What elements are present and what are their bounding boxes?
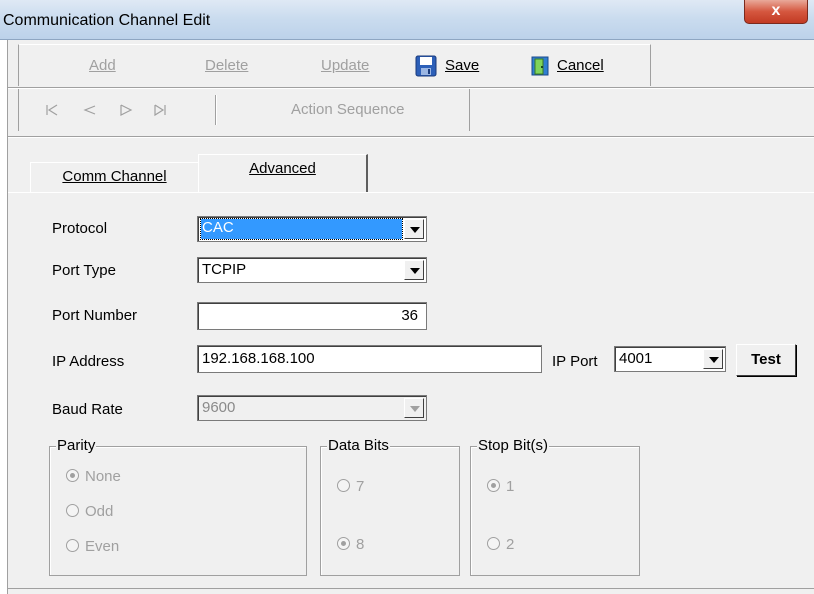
protocol-label: Protocol [52,220,108,237]
dialog-bottom-border [8,588,814,589]
action-sequence-button[interactable]: Action Sequence [291,99,404,121]
tab-baseline [8,192,814,193]
tab-strip: Comm Channel Advanced [8,152,814,192]
port-number-label: Port Number [52,307,138,324]
chevron-down-icon[interactable] [703,349,723,369]
cancel-door-icon [531,56,549,76]
data-bits-8-label: 8 [356,536,365,553]
chevron-down-icon[interactable] [404,219,424,239]
save-button-label: Save [445,57,480,74]
action-sequence-label: Action Sequence [291,101,405,118]
tab-advanced[interactable]: Advanced [198,154,368,192]
parity-even-radio[interactable]: Even [66,537,119,557]
protocol-select[interactable]: CAC [197,216,427,242]
radio-selected-icon [66,469,79,482]
next-record-icon[interactable] [119,103,133,117]
protocol-value: CAC [200,218,403,240]
delete-button-label: Delete [205,57,249,74]
radio-empty-icon [66,504,79,517]
baud-rate-value: 9600 [202,399,236,416]
parity-legend: Parity [56,437,97,454]
ip-port-label: IP Port [552,353,598,370]
parity-even-label: Even [85,538,120,555]
parity-none-label: None [85,468,121,485]
baud-rate-label: Baud Rate [52,401,123,418]
tab-advanced-label: Advanced [249,160,316,177]
parity-odd-radio[interactable]: Odd [66,502,113,522]
parity-odd-label: Odd [85,503,114,520]
last-record-icon[interactable] [153,103,167,117]
data-bits-7-label: 7 [356,478,365,495]
cancel-button-label: Cancel [557,57,604,74]
data-bits-legend: Data Bits [327,437,390,454]
data-bits-7-radio[interactable]: 7 [337,477,364,497]
radio-empty-icon [487,537,500,550]
stop-bits-1-label: 1 [506,478,515,495]
add-button-label: Add [89,57,116,74]
port-number-value: 36 [401,307,418,324]
radio-empty-icon [337,479,350,492]
previous-record-icon[interactable] [83,103,97,117]
baud-rate-select[interactable]: 9600 [197,395,427,421]
save-disk-icon [415,55,437,77]
ip-address-label: IP Address [52,353,125,370]
radio-selected-icon [487,479,500,492]
window-title: Communication Channel Edit [3,12,211,29]
port-type-value: TCPIP [202,261,247,278]
communication-channel-edit-window: Communication Channel Edit x Add Delete … [0,0,814,594]
close-button[interactable]: x [744,0,808,24]
parity-group: Parity None Odd Even [49,437,307,576]
chevron-down-icon[interactable] [404,260,424,280]
edit-toolbar: Add Delete Update Save Cancel [18,44,651,86]
data-bits-8-radio[interactable]: 8 [337,535,364,555]
parity-none-radio[interactable]: None [66,467,121,487]
update-button-label: Update [321,57,370,74]
ip-port-select[interactable]: 4001 [614,346,726,372]
tab-comm-channel-label: Comm Channel [62,168,167,185]
ip-address-input[interactable]: 192.168.168.100 [197,345,542,373]
ip-port-value: 4001 [619,350,653,367]
title-bar[interactable]: Communication Channel Edit x [0,0,814,40]
update-button[interactable]: Update [321,55,369,77]
toolbar-divider-2 [8,136,814,138]
ip-address-value: 192.168.168.100 [202,350,315,367]
stop-bits-legend: Stop Bit(s) [477,437,550,454]
stop-bits-group: Stop Bit(s) 1 2 [470,437,640,576]
port-type-label: Port Type [52,262,116,279]
add-button[interactable]: Add [89,55,116,77]
port-type-select[interactable]: TCPIP [197,257,427,283]
data-bits-group: Data Bits 7 8 [320,437,460,576]
radio-empty-icon [66,539,79,552]
stop-bits-1-radio[interactable]: 1 [487,477,514,497]
first-record-icon[interactable] [45,103,59,117]
stop-bits-2-radio[interactable]: 2 [487,535,514,555]
delete-button[interactable]: Delete [205,55,248,77]
tab-comm-channel[interactable]: Comm Channel [30,162,198,192]
chevron-down-icon[interactable] [404,398,424,418]
nav-toolbar-separator [215,95,217,125]
navigation-toolbar: Action Sequence [18,89,470,131]
dialog-client-area: Add Delete Update Save Cancel Action Seq… [7,40,814,594]
stop-bits-2-label: 2 [506,536,515,553]
test-button[interactable]: Test [736,344,796,376]
port-number-input[interactable]: 36 [197,302,427,330]
radio-selected-icon [337,537,350,550]
